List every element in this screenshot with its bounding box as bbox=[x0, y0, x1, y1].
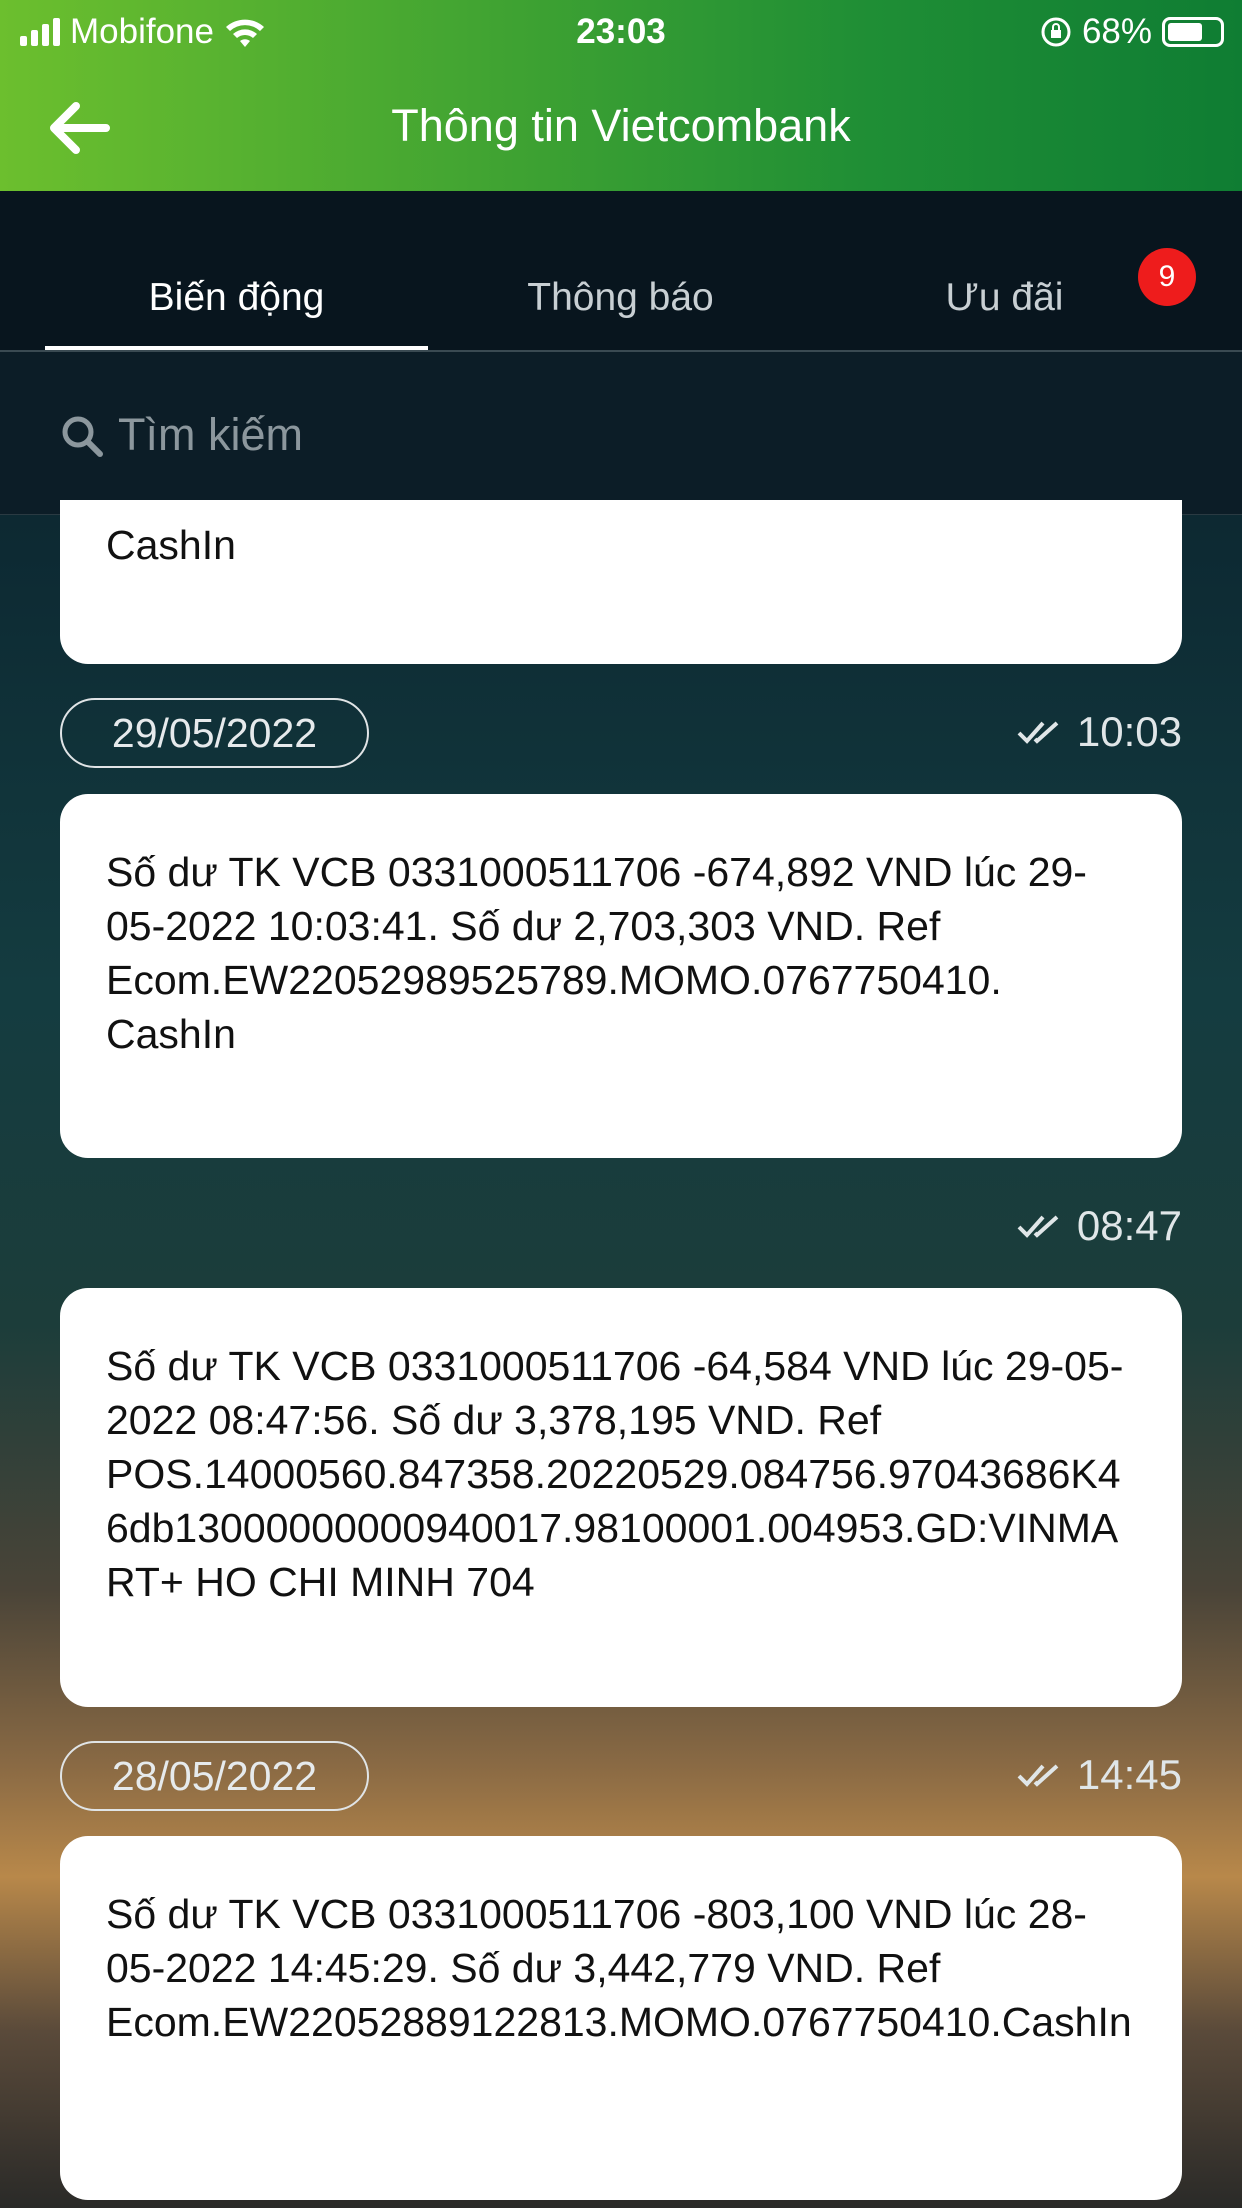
battery-percent: 68% bbox=[1081, 12, 1152, 51]
battery-icon bbox=[1162, 17, 1224, 47]
double-check-icon bbox=[1017, 1764, 1059, 1787]
date-pill: 29/05/2022 bbox=[60, 698, 369, 768]
search-input[interactable] bbox=[60, 402, 1160, 468]
message-text: Số dư TK VCB 0331000511706 -674,892 VND … bbox=[106, 849, 1087, 1057]
status-bar: Mobifone 23:03 68% bbox=[0, 8, 1242, 58]
message-card: Số dư TK VCB 0331000511706 -803,100 VND … bbox=[60, 1836, 1182, 2200]
notification-badge: 9 bbox=[1138, 248, 1196, 306]
message-card: Số dư TK VCB 0331000511706 -674,892 VND … bbox=[60, 794, 1182, 1158]
message-card: Số dư TK VCB 0331000511706 -64,584 VND l… bbox=[60, 1288, 1182, 1707]
app-header: Mobifone 23:03 68% Thông tin Vietcombank bbox=[0, 0, 1242, 191]
tab-bar: Biến động Thông báo Ưu đãi 9 bbox=[0, 191, 1242, 352]
page-title: Thông tin Vietcombank bbox=[391, 100, 851, 151]
message-text: CashIn bbox=[106, 522, 236, 568]
message-time: 14:45 bbox=[1017, 1751, 1182, 1799]
message-card: CashIn bbox=[60, 500, 1182, 664]
message-text: Số dư TK VCB 0331000511706 -803,100 VND … bbox=[106, 1891, 1132, 2045]
message-text: Số dư TK VCB 0331000511706 -64,584 VND l… bbox=[106, 1343, 1124, 1605]
double-check-icon bbox=[1017, 1215, 1059, 1238]
rotation-lock-icon bbox=[1041, 17, 1071, 47]
tab-bien-dong[interactable]: Biến động bbox=[45, 276, 428, 320]
search-bar bbox=[0, 352, 1242, 515]
message-time: 10:03 bbox=[1017, 708, 1182, 756]
double-check-icon bbox=[1017, 721, 1059, 744]
active-tab-indicator bbox=[45, 346, 428, 350]
message-time: 08:47 bbox=[1017, 1202, 1182, 1250]
date-pill: 28/05/2022 bbox=[60, 1741, 369, 1811]
tab-thong-bao[interactable]: Thông báo bbox=[429, 276, 812, 320]
